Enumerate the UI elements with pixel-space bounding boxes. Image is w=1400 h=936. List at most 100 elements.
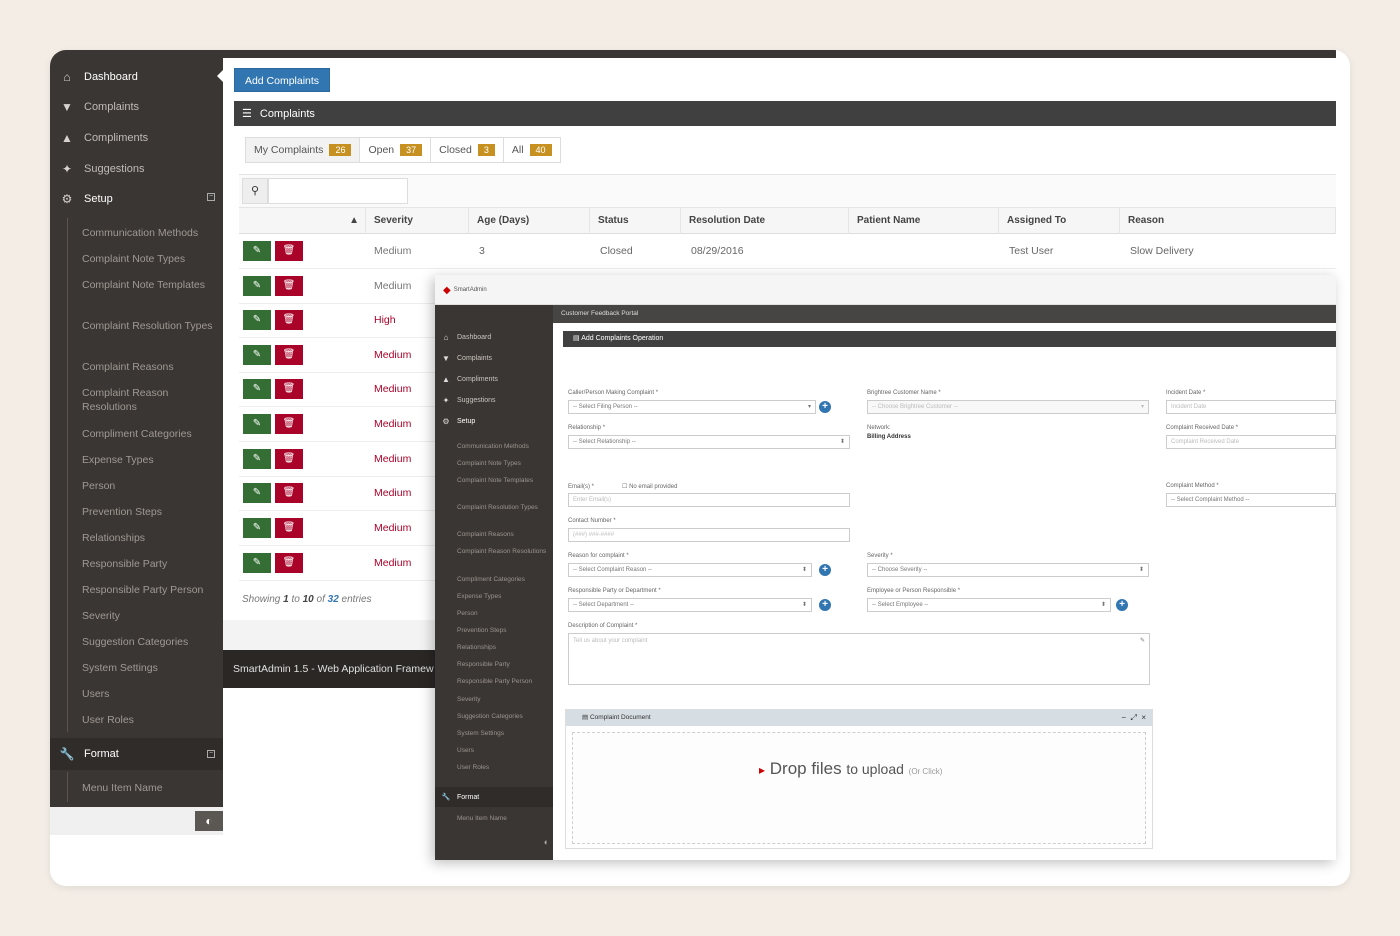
- column-header[interactable]: Status: [590, 208, 681, 234]
- relationship-select[interactable]: -- Select Relationship -- ⬍: [568, 435, 850, 449]
- sidebar-item-setup[interactable]: ⚙ Setup −: [50, 184, 223, 214]
- submenu-item[interactable]: Compliment Categories: [457, 576, 551, 584]
- submenu-item[interactable]: Complaint Note Templates: [82, 278, 217, 292]
- caller-select[interactable]: -- Select Filing Person -- ▾: [568, 400, 816, 414]
- submenu-item[interactable]: Severity: [82, 609, 217, 623]
- submenu-item[interactable]: Responsible Party Person: [457, 678, 551, 686]
- received-date-input[interactable]: Complaint Received Date: [1166, 435, 1336, 449]
- method-select[interactable]: -- Select Complaint Method --: [1166, 493, 1336, 507]
- submenu-item[interactable]: Users: [457, 747, 551, 755]
- submenu-item[interactable]: Complaint Reason Resolutions: [457, 548, 551, 556]
- sidebar-item-dashboard[interactable]: ⌂ Dashboard: [50, 62, 223, 92]
- minify-button[interactable]: ◐: [195, 811, 223, 831]
- edit-button[interactable]: ✎: [243, 345, 271, 365]
- submenu-item[interactable]: Compliment Categories: [82, 427, 217, 441]
- delete-button[interactable]: 🗑: [275, 518, 303, 538]
- submenu-item[interactable]: Responsible Party Person: [82, 583, 217, 597]
- dropzone[interactable]: ▸ Drop files to upload (Or Click): [572, 732, 1146, 844]
- submenu-item[interactable]: Responsible Party: [457, 661, 551, 669]
- delete-button[interactable]: 🗑: [275, 449, 303, 469]
- submenu-item[interactable]: Menu Item Name: [457, 815, 551, 823]
- delete-button[interactable]: 🗑: [275, 241, 303, 261]
- submenu-item[interactable]: Suggestion Categories: [457, 713, 551, 721]
- close-icon[interactable]: ×: [1141, 713, 1146, 722]
- submenu-item[interactable]: Severity: [457, 696, 551, 704]
- tab-my-complaints[interactable]: My Complaints 26: [245, 137, 361, 163]
- submenu-item[interactable]: Complaint Note Templates: [457, 477, 551, 485]
- severity-select[interactable]: -- Choose Severity -- ⬍: [867, 563, 1149, 577]
- submenu-item[interactable]: Person: [82, 479, 217, 493]
- submenu-item[interactable]: Relationships: [457, 644, 551, 652]
- submenu-item[interactable]: User Roles: [457, 764, 551, 772]
- submenu-item[interactable]: Complaint Reasons: [457, 531, 551, 539]
- submenu-item[interactable]: System Settings: [82, 661, 217, 675]
- tab-all[interactable]: All 40: [502, 137, 561, 163]
- edit-button[interactable]: ✎: [243, 553, 271, 573]
- submenu-item[interactable]: Users: [82, 687, 217, 701]
- edit-button[interactable]: ✎: [243, 483, 271, 503]
- search-input[interactable]: [268, 178, 408, 204]
- email-input[interactable]: Enter Email(s): [568, 493, 850, 507]
- sidebar-item-complaints[interactable]: ▼ Complaints: [435, 348, 553, 368]
- sidebar-item-suggestions[interactable]: ✦ Suggestions: [435, 390, 553, 410]
- add-reason-button[interactable]: +: [819, 564, 831, 576]
- delete-button[interactable]: 🗑: [275, 276, 303, 296]
- description-textarea[interactable]: Tell us about your complaint ✎: [568, 633, 1150, 685]
- minify-icon[interactable]: ◐: [544, 837, 549, 847]
- column-header[interactable]: Patient Name: [849, 208, 999, 234]
- sidebar-item-dashboard[interactable]: ⌂ Dashboard: [435, 327, 553, 347]
- tab-closed[interactable]: Closed 3: [430, 137, 504, 163]
- submenu-item[interactable]: Communication Methods: [82, 226, 217, 240]
- submenu-item[interactable]: Prevention Steps: [82, 505, 217, 519]
- submenu-item[interactable]: User Roles: [82, 713, 217, 727]
- column-header[interactable]: Resolution Date: [681, 208, 849, 234]
- incident-date-input[interactable]: Incident Date: [1166, 400, 1336, 414]
- submenu-item[interactable]: Complaint Resolution Types: [457, 504, 551, 512]
- submenu-item[interactable]: Person: [457, 610, 551, 618]
- delete-button[interactable]: 🗑: [275, 483, 303, 503]
- submenu-item[interactable]: Suggestion Categories: [82, 635, 217, 649]
- edit-button[interactable]: ✎: [243, 276, 271, 296]
- collapse-icon[interactable]: −: [207, 750, 215, 758]
- submenu-item[interactable]: Responsible Party: [82, 557, 217, 571]
- sidebar-item-format[interactable]: 🔧 Format: [435, 787, 553, 807]
- submenu-item[interactable]: Expense Types: [82, 453, 217, 467]
- submenu-item[interactable]: Complaint Reason Resolutions: [82, 386, 217, 414]
- sidebar-item-compliments[interactable]: ▲ Compliments: [50, 123, 223, 153]
- submenu-item[interactable]: Complaint Note Types: [457, 460, 551, 468]
- employee-select[interactable]: -- Select Employee -- ⬍: [867, 598, 1111, 612]
- edit-button[interactable]: ✎: [243, 449, 271, 469]
- delete-button[interactable]: 🗑: [275, 414, 303, 434]
- submenu-item[interactable]: Complaint Reasons: [82, 360, 217, 374]
- sort-icon[interactable]: ▲: [239, 208, 366, 234]
- expand-icon[interactable]: ⤢: [1130, 713, 1136, 722]
- collapse-icon[interactable]: −: [207, 193, 215, 201]
- submenu-item[interactable]: Communication Methods: [457, 443, 551, 451]
- submenu-item[interactable]: Relationships: [82, 531, 217, 545]
- edit-button[interactable]: ✎: [243, 518, 271, 538]
- tab-open[interactable]: Open 37: [359, 137, 432, 163]
- add-employee-button[interactable]: +: [1116, 599, 1128, 611]
- column-header[interactable]: Assigned To: [999, 208, 1120, 234]
- contact-input[interactable]: (###) ###-####: [568, 528, 850, 542]
- reason-select[interactable]: -- Select Complaint Reason -- ⬍: [568, 563, 812, 577]
- customer-select[interactable]: -- Choose Brightree Customer -- ▾: [867, 400, 1149, 414]
- submenu-item[interactable]: Prevention Steps: [457, 627, 551, 635]
- delete-button[interactable]: 🗑: [275, 310, 303, 330]
- add-complaints-button[interactable]: Add Complaints: [234, 68, 330, 92]
- edit-button[interactable]: ✎: [243, 241, 271, 261]
- sidebar-item-setup[interactable]: ⚙ Setup: [435, 411, 553, 431]
- column-header[interactable]: Age (Days): [469, 208, 590, 234]
- submenu-item[interactable]: Menu Item Name: [82, 781, 217, 795]
- submenu-item[interactable]: System Settings: [457, 730, 551, 738]
- submenu-item[interactable]: Complaint Resolution Types: [82, 319, 217, 333]
- minimize-icon[interactable]: −: [1121, 713, 1126, 722]
- submenu-item[interactable]: Expense Types: [457, 593, 551, 601]
- column-header[interactable]: Severity: [366, 208, 469, 234]
- edit-button[interactable]: ✎: [243, 310, 271, 330]
- add-caller-button[interactable]: +: [819, 401, 831, 413]
- edit-button[interactable]: ✎: [243, 379, 271, 399]
- checkbox-icon[interactable]: ☐: [622, 484, 627, 490]
- edit-button[interactable]: ✎: [243, 414, 271, 434]
- sidebar-item-suggestions[interactable]: ✦ Suggestions: [50, 154, 223, 184]
